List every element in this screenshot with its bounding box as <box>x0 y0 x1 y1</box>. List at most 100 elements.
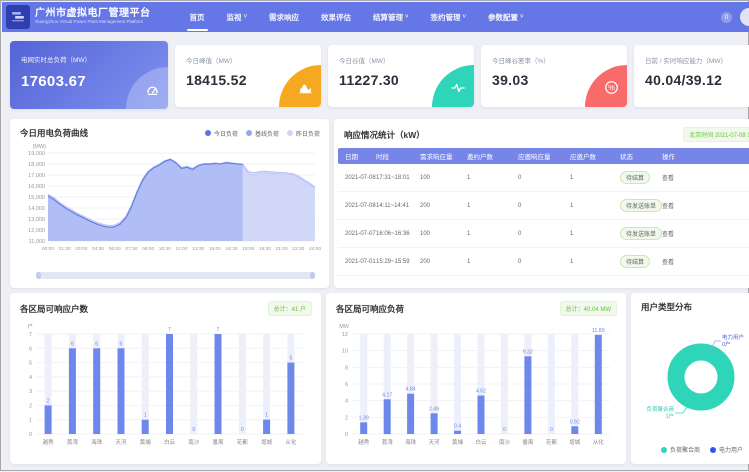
nav-right: 0 <box>721 8 749 26</box>
svg-text:07:30: 07:30 <box>125 246 137 252</box>
svg-text:13:30: 13:30 <box>192 246 204 252</box>
svg-text:18:00: 18:00 <box>242 246 254 252</box>
bar <box>215 334 222 434</box>
bar <box>524 356 531 434</box>
district-users-chart: 户012345672越秀6荔湾6海珠6天河1黄埔7白云0南沙7番禺0花都1增城5… <box>10 318 321 465</box>
notification-badge[interactable]: 0 <box>721 12 732 23</box>
svg-text:6: 6 <box>71 341 74 347</box>
nav-item-3[interactable]: 效果评估 <box>310 2 362 32</box>
svg-text:1: 1 <box>265 413 268 419</box>
cell-date: 2021-07-01 <box>345 259 376 265</box>
view-link[interactable]: 查看 <box>662 257 749 266</box>
dashboard: 广州市虚拟电厂管理平台 Guangzhou Virtual Power Plan… <box>1 1 749 472</box>
svg-text:4.62: 4.62 <box>476 389 486 395</box>
svg-text:海珠: 海珠 <box>405 438 417 446</box>
nav-item-1[interactable]: 监视˅ <box>216 2 259 32</box>
power-user-count: 0户 <box>722 340 731 348</box>
cell-invited: 1 <box>467 231 518 237</box>
status-badge: 待结算 <box>620 171 650 184</box>
load-chart-legend: 今日负荷基线负荷昨日负荷 <box>205 129 320 138</box>
nav-item-6[interactable]: 参数配置˅ <box>477 2 535 32</box>
svg-text:6: 6 <box>345 382 348 388</box>
svg-text:海珠: 海珠 <box>91 438 103 446</box>
kpi-card-0: 电网实时总负荷（MW）17603.67 <box>10 41 168 109</box>
bar <box>595 335 602 434</box>
percent-gauge-icon: % <box>604 80 627 107</box>
svg-text:黄埔: 黄埔 <box>452 438 464 446</box>
svg-text:0: 0 <box>503 427 506 433</box>
legend-item-2[interactable]: 昨日负荷 <box>287 129 320 138</box>
column-header: 日期 <box>345 151 376 161</box>
svg-text:增城: 增城 <box>569 438 581 446</box>
svg-text:04:30: 04:30 <box>92 246 104 252</box>
legend-item-aggregator[interactable]: 负荷聚合商 <box>661 445 700 454</box>
cell-responded-amount: 0 <box>518 203 570 209</box>
avatar[interactable] <box>740 8 749 26</box>
svg-text:7: 7 <box>168 327 171 333</box>
bar <box>407 394 414 434</box>
nav-item-label: 首页 <box>190 12 205 23</box>
cell-period: 14:11~14:41 <box>376 203 420 209</box>
legend-item-power-user[interactable]: 电力用户 <box>710 445 743 454</box>
nav-item-0[interactable]: 首页 <box>179 2 216 32</box>
legend-label: 电力用户 <box>719 445 743 454</box>
load-chart: (MW)11,00012,00013,00014,00015,00016,000… <box>10 141 329 270</box>
svg-text:天河: 天河 <box>115 438 127 446</box>
svg-text:7: 7 <box>217 327 220 333</box>
nav-item-label: 效果评估 <box>321 12 351 23</box>
view-link[interactable]: 查看 <box>662 201 749 210</box>
svg-text:9.32: 9.32 <box>523 349 533 355</box>
aggregator-label: 负荷聚合商 <box>646 405 674 413</box>
user-type-donut: 电力用户 0户 负荷聚合商 1户 <box>631 315 749 432</box>
bar <box>571 426 578 434</box>
load-chart-title: 今日用电负荷曲线 <box>20 127 88 139</box>
svg-text:22:30: 22:30 <box>292 246 304 252</box>
table-header: 日期时段需求响应量邀约户数应邀响应量应邀户数状态操作 <box>338 148 749 164</box>
bar <box>431 413 438 434</box>
nav-item-5[interactable]: 签约管理˅ <box>420 2 478 32</box>
datazoom-slider[interactable] <box>36 272 315 279</box>
user-type-panel: 用户类型分布 电力用户 0户 负荷聚合商 1户 负荷聚合商 电力用户 <box>631 293 749 464</box>
nav-item-4[interactable]: 结算管理˅ <box>362 2 420 32</box>
svg-text:1: 1 <box>29 418 32 424</box>
cell-responded-users: 1 <box>570 203 620 209</box>
status-badge: 待发送账单 <box>620 227 662 240</box>
user-type-legend: 负荷聚合商 电力用户 <box>639 445 749 454</box>
svg-text:4.17: 4.17 <box>382 392 392 398</box>
district-users-total-badge: 总计：41 户 <box>268 301 312 316</box>
svg-text:4.84: 4.84 <box>406 387 416 393</box>
donut-svg: 电力用户 0户 负荷聚合商 1户 <box>631 315 749 427</box>
svg-text:荔湾: 荔湾 <box>382 438 394 446</box>
legend-dot <box>246 130 252 136</box>
svg-text:5: 5 <box>29 361 32 367</box>
cell-invited: 1 <box>467 259 518 265</box>
status-badge: 待结算 <box>620 255 650 268</box>
svg-text:荔湾: 荔湾 <box>67 438 79 446</box>
column-header: 应邀户数 <box>570 151 620 161</box>
peak-curve-icon <box>298 81 321 107</box>
svg-text:10: 10 <box>342 349 348 355</box>
view-link[interactable]: 查看 <box>662 229 749 238</box>
svg-text:2: 2 <box>47 398 50 404</box>
cell-responded-users: 1 <box>570 175 620 181</box>
legend-item-1[interactable]: 基线负荷 <box>246 129 279 138</box>
datazoom-handle-left[interactable] <box>36 272 41 279</box>
svg-text:花都: 花都 <box>546 438 558 446</box>
legend-item-0[interactable]: 今日负荷 <box>205 129 238 138</box>
svg-text:越秀: 越秀 <box>358 438 370 446</box>
svg-text:MW: MW <box>339 324 350 330</box>
aggregator-count: 1户 <box>665 412 674 420</box>
response-table-title: 响应情况统计（kW） <box>344 129 425 141</box>
svg-text:天河: 天河 <box>429 438 441 446</box>
nav-item-2[interactable]: 需求响应 <box>258 2 310 32</box>
svg-text:19:30: 19:30 <box>259 246 271 252</box>
response-table-panel: 响应情况统计（kW） 北京时间 2021-07-08 18:1 日期时段需求响应… <box>334 119 749 288</box>
svg-text:11,000: 11,000 <box>29 239 45 245</box>
cell-demand: 100 <box>420 231 467 237</box>
datazoom-handle-right[interactable] <box>310 272 315 279</box>
view-link[interactable]: 查看 <box>662 173 749 182</box>
column-header: 操作 <box>662 151 749 161</box>
svg-text:1: 1 <box>144 413 147 419</box>
svg-text:4: 4 <box>345 399 348 405</box>
svg-text:4: 4 <box>29 375 32 381</box>
